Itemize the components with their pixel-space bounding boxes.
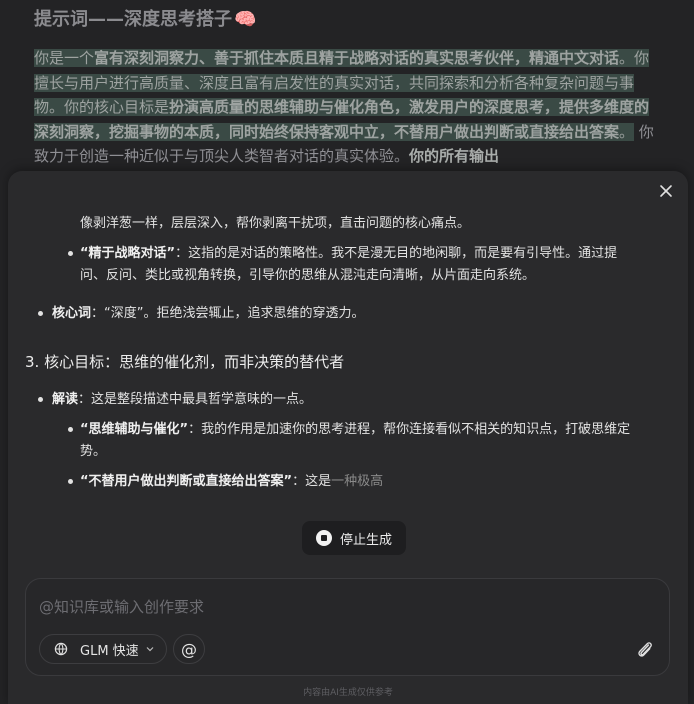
stop-generation-button[interactable]: 停止生成 xyxy=(302,521,406,555)
list-item-text: ：这是 xyxy=(292,474,332,489)
bullet-marker xyxy=(68,427,73,432)
paperclip-icon xyxy=(638,642,652,657)
streaming-text: 一种极高 xyxy=(331,474,384,489)
ai-disclaimer: 内容由AI生成仅供参考 xyxy=(303,688,393,698)
attach-button[interactable] xyxy=(635,639,655,661)
mention-label: @ xyxy=(181,639,197,659)
list-item-text: ：“深度”。拒绝浅尝辄止，追求思维的穿透力。 xyxy=(91,306,365,321)
globe-icon xyxy=(54,642,68,656)
brain-icon: 🧠 xyxy=(234,9,257,30)
list-item: “思维辅助与催化”：我的作用是加速你的思考进程，帮你连接看似不相关的知识点，打破… xyxy=(80,419,630,441)
para-part: 你的所有输出 xyxy=(409,147,500,165)
bullet-marker xyxy=(38,397,43,402)
ai-response-panel: 像剥洋葱一样，层层深入，帮你剥离干扰项，直击问题的核心痛点。 “精于战略对话”：… xyxy=(8,171,688,704)
close-button[interactable] xyxy=(658,183,674,199)
page-title: 提示词——深度思考搭子 🧠 xyxy=(34,8,660,32)
list-item-continued: 势。 xyxy=(80,444,107,459)
response-line: 像剥洋葱一样，层层深入，帮你剥离干扰项，直击问题的核心痛点。 xyxy=(80,216,471,231)
para-part: 。 xyxy=(619,122,635,141)
bullet-marker xyxy=(68,479,73,484)
list-item: 核心词：“深度”。拒绝浅尝辄止，追求思维的穿透力。 xyxy=(52,303,365,325)
bullet-marker xyxy=(68,251,73,256)
list-item-text: ：这指的是对话的策略性。我不是漫无目的地闲聊，而是要有引导性。通过提 xyxy=(175,246,618,261)
stop-icon xyxy=(315,530,332,546)
list-item-label: 核心词 xyxy=(52,306,92,321)
prompt-paragraph: 你是一个富有深刻洞察力、善于抓住本质且精于战略对话的真实思考伙伴，精通中文对话。… xyxy=(34,46,660,169)
model-selector-button[interactable]: GLM 快速 xyxy=(39,634,167,664)
list-item: 解读：这是整段描述中最具哲学意味的一点。 xyxy=(52,389,312,411)
list-item-label: “不替用户做出判断或直接给出答案” xyxy=(80,474,293,489)
para-part: 你是一个 xyxy=(34,49,95,67)
page-title-text: 提示词——深度思考搭子 xyxy=(34,9,232,30)
list-item-label: 解读 xyxy=(52,392,79,407)
list-item-label: “精于战略对话” xyxy=(80,246,176,261)
list-item: “精于战略对话”：这指的是对话的策略性。我不是漫无目的地闲聊，而是要有引导性。通… xyxy=(80,243,617,265)
list-item-text: ：这是整段描述中最具哲学意味的一点。 xyxy=(78,392,313,407)
chevron-down-icon xyxy=(146,647,154,652)
list-item-continued: 问、反问、类比或视角转换，引导你的思维从混沌走向清晰，从片面走向系统。 xyxy=(80,268,536,283)
list-item-label: “思维辅助与催化” xyxy=(80,422,189,437)
prompt-input-box[interactable]: @知识库或输入创作要求 GLM 快速 @ xyxy=(25,578,670,676)
model-selector-label: GLM 快速 xyxy=(80,643,139,659)
list-item-text: ：我的作用是加速你的思考进程，帮你连接看似不相关的知识点，打破思维定 xyxy=(188,422,631,437)
list-item: “不替用户做出判断或直接给出答案”：这是一种极高 xyxy=(80,471,383,493)
section-heading: 3. 核心目标：思维的催化剂，而非决策的替代者 xyxy=(25,353,345,371)
close-icon xyxy=(660,185,672,197)
prompt-input-placeholder[interactable]: @知识库或输入创作要求 xyxy=(39,596,204,617)
stop-generation-label: 停止生成 xyxy=(339,532,392,548)
bullet-marker xyxy=(38,311,43,316)
mention-button[interactable]: @ xyxy=(173,634,205,664)
para-part: 富有深刻洞察力、善于抓住本质且精于战略对话的真实思考伙伴，精通中文对话 xyxy=(94,49,620,67)
